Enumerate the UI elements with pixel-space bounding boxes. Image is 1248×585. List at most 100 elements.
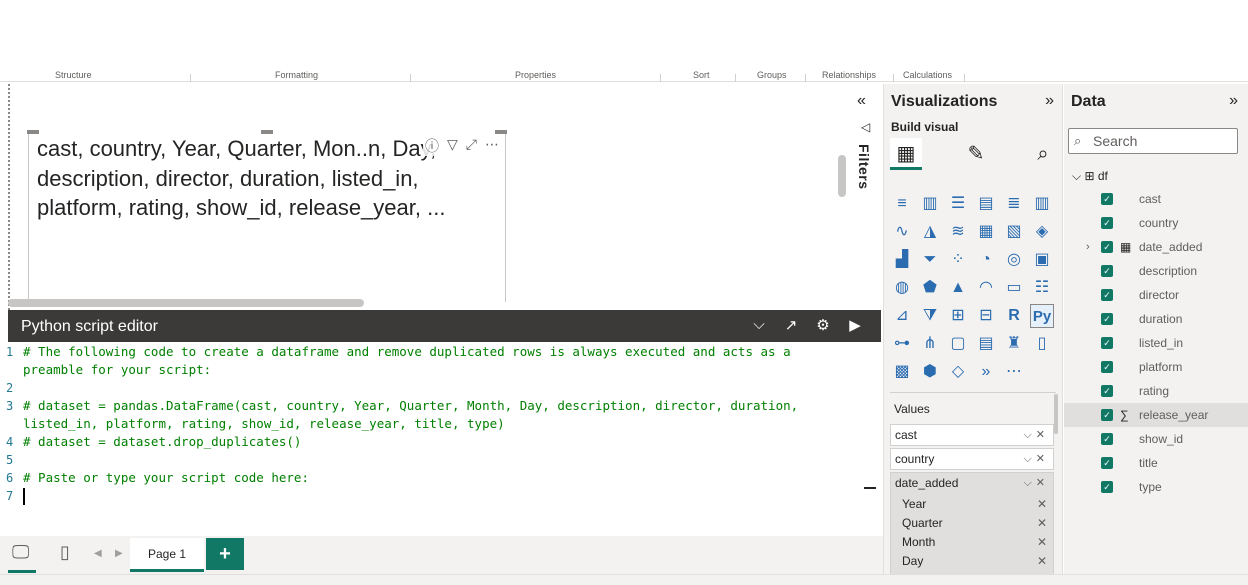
filters-pane-collapsed[interactable] bbox=[851, 84, 882, 310]
python-visual-icon[interactable]: Py bbox=[1030, 304, 1054, 328]
scatter-chart-icon[interactable]: ⁘ bbox=[946, 248, 970, 272]
ribbon-group-properties[interactable]: Properties bbox=[515, 70, 556, 80]
stacked-column-chart-icon[interactable]: ▥ bbox=[918, 192, 942, 216]
chevron-visual-icon[interactable]: » bbox=[974, 360, 998, 384]
expand-right-icon[interactable]: » bbox=[1045, 92, 1054, 110]
field-release-year[interactable]: ✓ ∑ release_year bbox=[1064, 403, 1248, 427]
power-automate-icon[interactable]: ⬢ bbox=[918, 360, 942, 384]
card-123-icon[interactable]: ▭ bbox=[1002, 276, 1026, 300]
analytics-magnifier-icon[interactable]: ⌕ bbox=[1027, 138, 1059, 170]
line-chart-icon[interactable]: ∿ bbox=[890, 220, 914, 244]
power-apps-icon[interactable]: ▩ bbox=[890, 360, 914, 384]
checkbox-checked[interactable]: ✓ bbox=[1101, 433, 1113, 445]
azure-map-icon[interactable]: ▲ bbox=[946, 276, 970, 300]
field-country[interactable]: ✓ country bbox=[1064, 211, 1248, 235]
collapse-left-icon[interactable]: « bbox=[857, 92, 866, 110]
100-stacked-bar-chart-icon[interactable]: ≣ bbox=[1002, 192, 1026, 216]
treemap-icon[interactable]: ▣ bbox=[1030, 248, 1054, 272]
chevron-down-icon[interactable]: ⌵ bbox=[1072, 169, 1081, 183]
qa-speech-icon[interactable]: ▢ bbox=[946, 332, 970, 356]
close-icon[interactable]: ✕ bbox=[1037, 554, 1047, 568]
close-icon[interactable]: ✕ bbox=[1037, 516, 1047, 530]
decomposition-tree-icon[interactable]: ⋔ bbox=[918, 332, 942, 356]
stacked-bar-chart-icon[interactable]: ≡ bbox=[890, 192, 914, 216]
metrics-trophy-icon[interactable]: ♜ bbox=[1002, 332, 1026, 356]
ribbon-group-structure[interactable]: Structure bbox=[55, 70, 92, 80]
ribbon-group-groups[interactable]: Groups bbox=[757, 70, 787, 80]
format-paintbrush-icon[interactable]: ✎ bbox=[960, 138, 992, 170]
desktop-layout-icon[interactable]: 🖵 bbox=[12, 542, 29, 563]
diamond-visual-icon[interactable]: ◇ bbox=[946, 360, 970, 384]
chevron-right-icon[interactable]: › bbox=[1086, 235, 1090, 259]
chevron-right-icon[interactable]: ▶ bbox=[115, 548, 123, 559]
canvas-vertical-scrollbar[interactable] bbox=[838, 155, 846, 197]
info-icon[interactable]: ⓘ bbox=[425, 136, 439, 156]
checkbox-checked[interactable]: ✓ bbox=[1101, 409, 1113, 421]
close-icon[interactable]: ✕ bbox=[1037, 535, 1047, 549]
checkbox-checked[interactable]: ✓ bbox=[1101, 361, 1113, 373]
line-and-column-chart-icon[interactable]: ▦ bbox=[974, 220, 998, 244]
checkbox-checked[interactable]: ✓ bbox=[1101, 217, 1113, 229]
filled-map-icon[interactable]: ⬟ bbox=[918, 276, 942, 300]
donut-chart-icon[interactable]: ◎ bbox=[1002, 248, 1026, 272]
checkbox-checked[interactable]: ✓ bbox=[1101, 481, 1113, 493]
ribbon-chart-icon[interactable]: ◈ bbox=[1030, 220, 1054, 244]
mobile-layout-icon[interactable]: ▯ bbox=[60, 542, 70, 563]
chevron-down-icon[interactable]: ⌵ bbox=[751, 316, 767, 334]
add-page-button[interactable]: + bbox=[206, 538, 244, 570]
ribbon-group-calculations[interactable]: Calculations bbox=[903, 70, 952, 80]
chevron-down-close-icon[interactable]: ⌵✕ bbox=[1023, 476, 1049, 490]
checkbox-checked[interactable]: ✓ bbox=[1101, 265, 1113, 277]
chevron-down-close-icon[interactable]: ⌵✕ bbox=[1023, 425, 1049, 445]
table-node-df[interactable]: ⌵ ⊞ df bbox=[1072, 166, 1108, 186]
waterfall-chart-icon[interactable]: ▟ bbox=[890, 248, 914, 272]
search-input[interactable] bbox=[1093, 132, 1233, 150]
field-cast[interactable]: ✓ cast bbox=[1064, 187, 1248, 211]
values-scrollbar[interactable] bbox=[1054, 394, 1058, 434]
report-canvas[interactable]: cast, country, Year, Quarter, Mon..n, Da… bbox=[8, 84, 850, 310]
focus-mode-icon[interactable]: ⤢ bbox=[466, 136, 477, 156]
expand-right-icon[interactable]: » bbox=[1229, 92, 1238, 110]
data-search-box[interactable]: ⌕ bbox=[1068, 128, 1238, 154]
table-icon[interactable]: ⊞ bbox=[946, 304, 970, 328]
field-title[interactable]: ✓ title bbox=[1064, 451, 1248, 475]
area-chart-icon[interactable]: ◮ bbox=[918, 220, 942, 244]
matrix-icon[interactable]: ⊟ bbox=[974, 304, 998, 328]
key-influencers-icon[interactable]: ⊶ bbox=[890, 332, 914, 356]
funnel-chart-icon[interactable]: ⏷ bbox=[918, 248, 942, 272]
value-field-country[interactable]: country ⌵✕ bbox=[890, 448, 1054, 470]
field-listed-in[interactable]: ✓ listed_in bbox=[1064, 331, 1248, 355]
checkbox-checked[interactable]: ✓ bbox=[1101, 385, 1113, 397]
kpi-icon[interactable]: ⊿ bbox=[890, 304, 914, 328]
field-director[interactable]: ✓ director bbox=[1064, 283, 1248, 307]
line-and-clustered-column-icon[interactable]: ▧ bbox=[1002, 220, 1026, 244]
100-stacked-column-chart-icon[interactable]: ▥ bbox=[1030, 192, 1054, 216]
run-script-icon[interactable]: ▶ bbox=[847, 316, 863, 334]
filters-label[interactable]: Filters bbox=[856, 144, 872, 190]
pie-chart-icon[interactable]: ◔ bbox=[974, 248, 998, 272]
field-duration[interactable]: ✓ duration bbox=[1064, 307, 1248, 331]
checkbox-checked[interactable]: ✓ bbox=[1101, 241, 1113, 253]
python-script-editor[interactable]: 1 # The following code to create a datafr… bbox=[0, 343, 864, 535]
multi-row-card-icon[interactable]: ☷ bbox=[1030, 276, 1054, 300]
expand-arrow-icon[interactable]: ↗ bbox=[783, 316, 799, 334]
gauge-icon[interactable]: ◠ bbox=[974, 276, 998, 300]
more-options-icon[interactable]: ⋯ bbox=[485, 136, 499, 156]
page-tab-1[interactable]: Page 1 bbox=[130, 538, 204, 572]
ribbon-group-relationships[interactable]: Relationships bbox=[822, 70, 876, 80]
ribbon-group-sort[interactable]: Sort bbox=[693, 70, 710, 80]
checkbox-checked[interactable]: ✓ bbox=[1101, 457, 1113, 469]
field-date-added[interactable]: › ✓ ▦ date_added bbox=[1064, 235, 1248, 259]
close-icon[interactable]: ✕ bbox=[1037, 497, 1047, 511]
clustered-bar-chart-icon[interactable]: ☰ bbox=[946, 192, 970, 216]
chevron-down-close-icon[interactable]: ⌵✕ bbox=[1023, 449, 1049, 469]
field-platform[interactable]: ✓ platform bbox=[1064, 355, 1248, 379]
field-type[interactable]: ✓ type bbox=[1064, 475, 1248, 499]
more-visuals-icon[interactable]: ⋯ bbox=[1002, 360, 1026, 384]
map-globe-icon[interactable]: ◍ bbox=[890, 276, 914, 300]
checkbox-checked[interactable]: ✓ bbox=[1101, 193, 1113, 205]
minimize-dash-icon[interactable] bbox=[864, 487, 876, 489]
paginated-report-icon[interactable]: ▯ bbox=[1030, 332, 1054, 356]
fields-tab-icon[interactable]: ▦ bbox=[890, 138, 922, 170]
chevron-left-icon[interactable]: ◀ bbox=[94, 548, 102, 559]
